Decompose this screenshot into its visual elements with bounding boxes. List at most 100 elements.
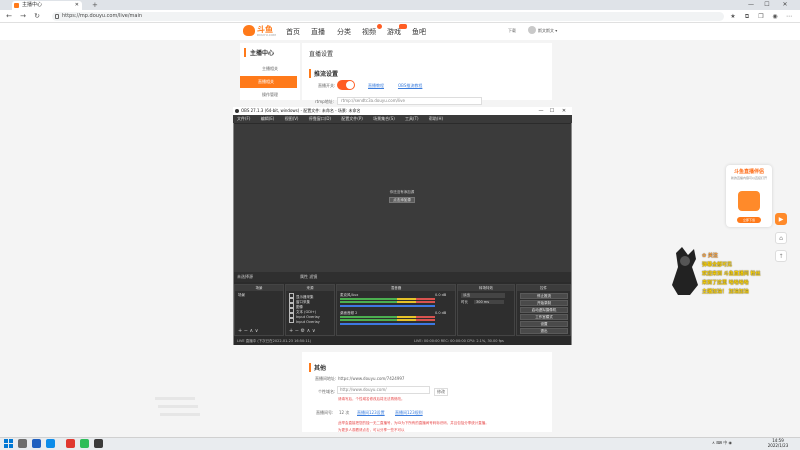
live-toggle[interactable] [337,80,355,90]
app-icon[interactable] [66,439,75,448]
float-home-icon[interactable]: ⌂ [775,232,787,244]
windows-start-icon[interactable] [4,439,13,448]
task-view-icon[interactable] [32,439,41,448]
forward-icon[interactable]: → [18,11,28,22]
obs-maximize-button[interactable]: ☐ [547,107,557,115]
obs-menu-profile[interactable]: 配置文件(P) [341,116,363,121]
window-close-button[interactable]: ✕ [778,0,792,10]
nav-fishbar[interactable]: 鱼吧 [412,27,426,37]
float-top-icon[interactable]: ↑ [775,250,787,262]
obs-stop-streaming-button[interactable]: 停止推流 [520,293,568,299]
tab-close-icon[interactable]: ✕ [75,1,79,10]
obs-scene-item[interactable]: 场景 [238,293,245,298]
window-maximize-button[interactable]: ☐ [760,0,774,10]
obs-transitions-header: 转场特效 [458,285,514,291]
chat-text: 欢迎来到 斗鱼直播间 粉丝 [702,271,761,277]
nav-category[interactable]: 分类 [337,27,351,37]
sidebar-item-live[interactable]: 直播相关 [240,76,297,88]
obs-menu-help[interactable]: 帮助(H) [429,116,443,121]
avatar[interactable] [528,26,536,34]
obs-menu-scene-collection[interactable]: 场景集合(S) [373,116,395,121]
obs-studio-mode-button[interactable]: 工作室模式 [520,314,568,320]
share-url-value[interactable]: https://www.douyu.com/7424997 [338,376,404,381]
chat-text: 主播加油！ 加油加油 [702,289,749,295]
nav-live[interactable]: 直播 [311,27,325,37]
obs-volume-slider[interactable] [340,323,435,325]
room-rule-link[interactable]: 直播间123规则 [395,410,423,416]
refresh-icon[interactable]: ↻ [32,11,42,22]
decor-stroke [160,413,200,416]
taskbar-clock[interactable]: 14:59 2022/1/23 [760,438,796,448]
personal-domain-button[interactable]: 修改 [434,388,448,396]
sidebar-item-streamer[interactable]: 主播相关 [240,63,300,74]
more-icon[interactable]: ⋯ [784,12,794,22]
douyu-fish-icon [243,25,255,36]
obs-properties-button[interactable]: 属性 [300,274,308,279]
wechat-icon[interactable] [80,439,89,448]
star-icon[interactable]: ★ [728,12,738,22]
obs-add-source-icon[interactable]: + − ⚙ ∧ ∨ [289,328,316,334]
profile-icon[interactable]: ◉ [770,12,780,22]
section-title-other: 其他 [309,363,326,372]
tutorial-link[interactable]: 直播教程 [368,83,384,89]
obs-menu-view[interactable]: 视图(V) [285,116,299,121]
obs-sources-dock: 来源 显示器采集 窗口采集 图像 文本 (GDI+) Input Overlay… [285,284,335,336]
douyu-logo[interactable]: 斗鱼 DOUYU.COM [243,24,276,38]
obs-settings-button[interactable]: 设置 [520,321,568,327]
rtmp-input[interactable]: rtmp://sendtc3a.douyu.com/live [337,97,482,105]
username-menu[interactable]: 斯文斯文 ▾ [538,28,557,34]
nav-home[interactable]: 首页 [286,27,300,37]
new-tab-button[interactable]: + [92,1,98,9]
streamer-avatar-icon [672,247,698,295]
browser-tab[interactable]: 主播中心 ✕ [12,1,82,10]
obs-scenes-header: 场景 [235,285,283,291]
back-icon[interactable]: ← [4,11,14,22]
system-tray[interactable]: ∧ ⌨ 中 ◉ [712,440,732,446]
main-panel [302,43,552,100]
collections-icon[interactable]: ❐ [756,12,766,22]
nav-video[interactable]: 视频 [362,24,382,37]
chat-message: 欢迎来到 斗鱼直播间 粉丝 [702,270,760,277]
personal-domain-label: 个性域名: [318,389,336,394]
nav-game[interactable]: 游戏 [387,24,407,37]
decor-stroke [158,405,198,408]
widget-download-button[interactable]: 立即下载 [737,217,761,223]
window-minimize-button[interactable]: — [744,0,758,10]
obs-start-recording-button[interactable]: 开始录制 [520,300,568,306]
address-bar[interactable]: https://mp.douyu.com/live/main [52,12,724,21]
obs-close-button[interactable]: ✕ [559,107,569,115]
obs-menu-tools[interactable]: 工具(T) [405,116,419,121]
obs-source-item[interactable]: Input Overlay [289,318,320,324]
obs-transition-select[interactable]: 淡出 [461,293,505,298]
obs-taskbar-icon[interactable] [94,439,103,448]
obs-no-source-text: 你还没有添加源 [389,190,415,194]
obs-duration-input[interactable]: 300 ms [474,300,504,304]
obs-exit-button[interactable]: 退出 [520,328,568,334]
obs-tutorial-link[interactable]: OBS推流教程 [398,83,422,89]
obs-minimize-button[interactable]: — [536,107,546,115]
extension-icon[interactable]: ⧉ [742,12,752,22]
nav-game-label: 游戏 [387,28,401,36]
obs-menu-bar: 文件(F) 编辑(E) 视图(V) 停靠窗口(D) 配置文件(P) 场景集合(S… [233,115,572,123]
obs-menu-edit[interactable]: 编辑(E) [261,116,275,121]
room-setting-link[interactable]: 直播间123设置 [357,410,385,416]
obs-add-scene-icon[interactable]: + − ∧ ∨ [238,328,258,334]
personal-domain-input[interactable]: http://www.douyu.com/ [337,386,430,394]
sidebar-item-manage[interactable]: 操作管理 [240,89,300,100]
nav-video-label: 视频 [362,28,376,36]
obs-no-source-selected: 未选择源 [237,274,253,279]
float-live-icon[interactable]: ▶ [775,213,787,225]
chat-text: 来到了这里 哈哈哈哈 [702,280,749,286]
search-icon[interactable] [18,439,27,448]
obs-virtual-camera-button[interactable]: 启动虚拟摄像机 [520,307,568,313]
obs-volume-slider[interactable] [340,305,435,307]
obs-add-source-button[interactable]: 点击添加源 [389,197,415,203]
obs-menu-docks[interactable]: 停靠窗口(D) [309,116,331,121]
obs-logo-icon [235,109,239,113]
obs-menu-file[interactable]: 文件(F) [237,116,250,121]
notice-line-1: 此举会直接把您的独一无二直播号，为ID为下所有的直播间号码标识码，并且包括分享统… [338,421,489,425]
edge-icon[interactable] [46,439,55,448]
logo-subtext: DOUYU.COM [257,33,276,37]
download-link[interactable]: 下载 [508,28,516,34]
obs-filters-button[interactable]: 滤镜 [309,274,317,279]
